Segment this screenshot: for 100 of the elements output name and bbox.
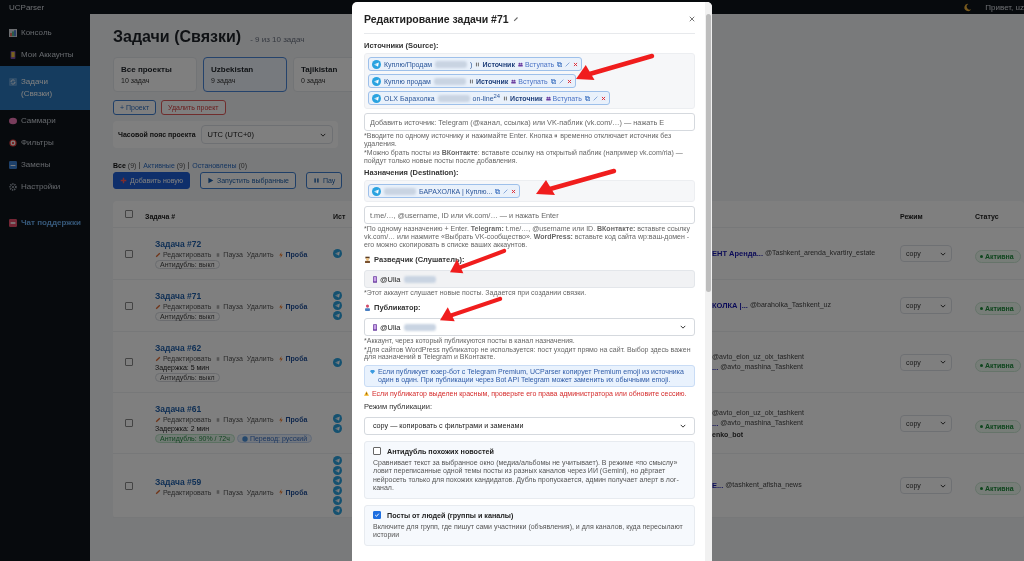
sidebar-item[interactable]: Замены [0, 154, 90, 176]
scrollbar[interactable] [705, 2, 712, 561]
phone-icon [373, 323, 377, 331]
pencil-icon [155, 251, 161, 258]
lightning-icon [277, 416, 284, 423]
telegram-icon [333, 496, 342, 505]
pause-icon [215, 355, 222, 362]
row-checkbox[interactable] [125, 481, 133, 490]
telegram-icon [333, 486, 342, 495]
remove-icon[interactable] [511, 188, 517, 194]
sidebar-item[interactable]: Фильтры [0, 132, 90, 154]
lightning-icon [277, 355, 284, 362]
telegram-icon [333, 506, 342, 515]
redacted-blur [433, 77, 466, 85]
target-icon [9, 139, 17, 147]
lightning-icon [277, 251, 284, 258]
telegram-icon [333, 423, 342, 433]
checkbox[interactable] [373, 447, 381, 455]
copy-icon[interactable] [495, 188, 501, 194]
people-icon [517, 61, 523, 67]
telegram-icon [333, 413, 342, 423]
row-checkbox[interactable] [125, 358, 133, 366]
telegram-icon [372, 93, 381, 103]
pause-icon [312, 177, 320, 184]
chevron-icon [680, 325, 686, 329]
copy-icon[interactable] [550, 78, 556, 84]
chevron-icon [680, 423, 686, 428]
lightning-icon [277, 303, 284, 310]
remove-icon[interactable] [573, 61, 579, 67]
remove-icon[interactable] [566, 78, 572, 84]
pencil-icon [155, 355, 161, 362]
sidebar-item[interactable]: Настройки [0, 176, 90, 198]
remove-icon[interactable] [600, 95, 606, 101]
settings-icon [9, 183, 17, 191]
diamond-icon [370, 369, 375, 374]
lightning-icon [277, 489, 284, 495]
edit-icon[interactable] [592, 95, 598, 101]
pencil-icon [155, 489, 161, 495]
edit-icon[interactable] [558, 78, 564, 84]
pencil-icon [512, 16, 519, 22]
chevron-icon [940, 251, 946, 256]
row-checkbox[interactable] [125, 249, 133, 258]
copy-icon[interactable] [557, 61, 563, 67]
support-chat-link[interactable]: Чат поддержки [0, 212, 90, 234]
telegram-icon [372, 186, 381, 196]
copy-icon[interactable] [584, 95, 590, 101]
telegram-icon [333, 301, 342, 310]
telegram-icon [333, 357, 342, 367]
brand-name: UCParser [9, 2, 45, 12]
phone-icon [9, 51, 17, 59]
sidebar-item[interactable]: Консоль [0, 22, 90, 44]
telegram-icon [333, 311, 342, 320]
chevron-icon [940, 483, 946, 488]
moon-icon[interactable] [963, 2, 973, 12]
phone-icon [373, 275, 377, 283]
redacted-blur [435, 60, 468, 68]
play-icon [206, 177, 214, 184]
task-title-link[interactable]: Задача #71 [155, 291, 333, 301]
telegram-icon [372, 59, 381, 69]
chevron-icon [940, 303, 946, 308]
pencil-icon [155, 303, 161, 310]
chart-icon [9, 29, 17, 37]
redacted-blur [384, 187, 416, 195]
sidebar-item[interactable]: Задачи (Связки) [0, 66, 90, 110]
pause-icon [215, 303, 222, 310]
telegram-icon [333, 456, 342, 465]
pause-icon [215, 251, 222, 258]
pencil-icon [155, 416, 161, 423]
checkbox[interactable] [373, 511, 381, 519]
sidebar-item[interactable]: Мои Аккаунты [0, 44, 90, 66]
telegram-icon [333, 466, 342, 475]
person-icon [364, 304, 371, 311]
redacted-blur [437, 94, 470, 102]
row-checkbox[interactable] [125, 419, 133, 427]
people-icon [511, 78, 517, 84]
detective-icon [364, 256, 371, 263]
chevron-icon [940, 360, 946, 364]
chevron-icon [940, 421, 946, 425]
task-title-link[interactable]: Задача #59 [155, 476, 333, 487]
people-icon [545, 95, 551, 101]
close-button[interactable] [689, 16, 695, 22]
pause-icon [468, 78, 474, 84]
telegram-icon [372, 76, 381, 86]
plus-icon [120, 177, 127, 184]
telegram-icon [333, 291, 342, 300]
chat-icon [9, 219, 17, 227]
pause-icon [215, 416, 222, 423]
telegram-icon [333, 476, 342, 485]
redacted-blur [403, 323, 436, 331]
sidebar-item[interactable]: Саммари [0, 110, 90, 132]
row-checkbox[interactable] [125, 301, 133, 310]
task-title-link[interactable]: Задача #62 [155, 343, 333, 353]
edit-icon[interactable] [503, 188, 509, 194]
edit-icon[interactable] [565, 61, 571, 67]
page-title: Задачи (Связки) [113, 28, 242, 46]
task-title-link[interactable]: Задача #61 [155, 404, 333, 414]
select-all-checkbox[interactable] [125, 210, 133, 218]
pause-icon [503, 95, 509, 101]
redacted-blur [403, 275, 436, 283]
task-title-link[interactable]: Задача #72 [155, 239, 333, 249]
